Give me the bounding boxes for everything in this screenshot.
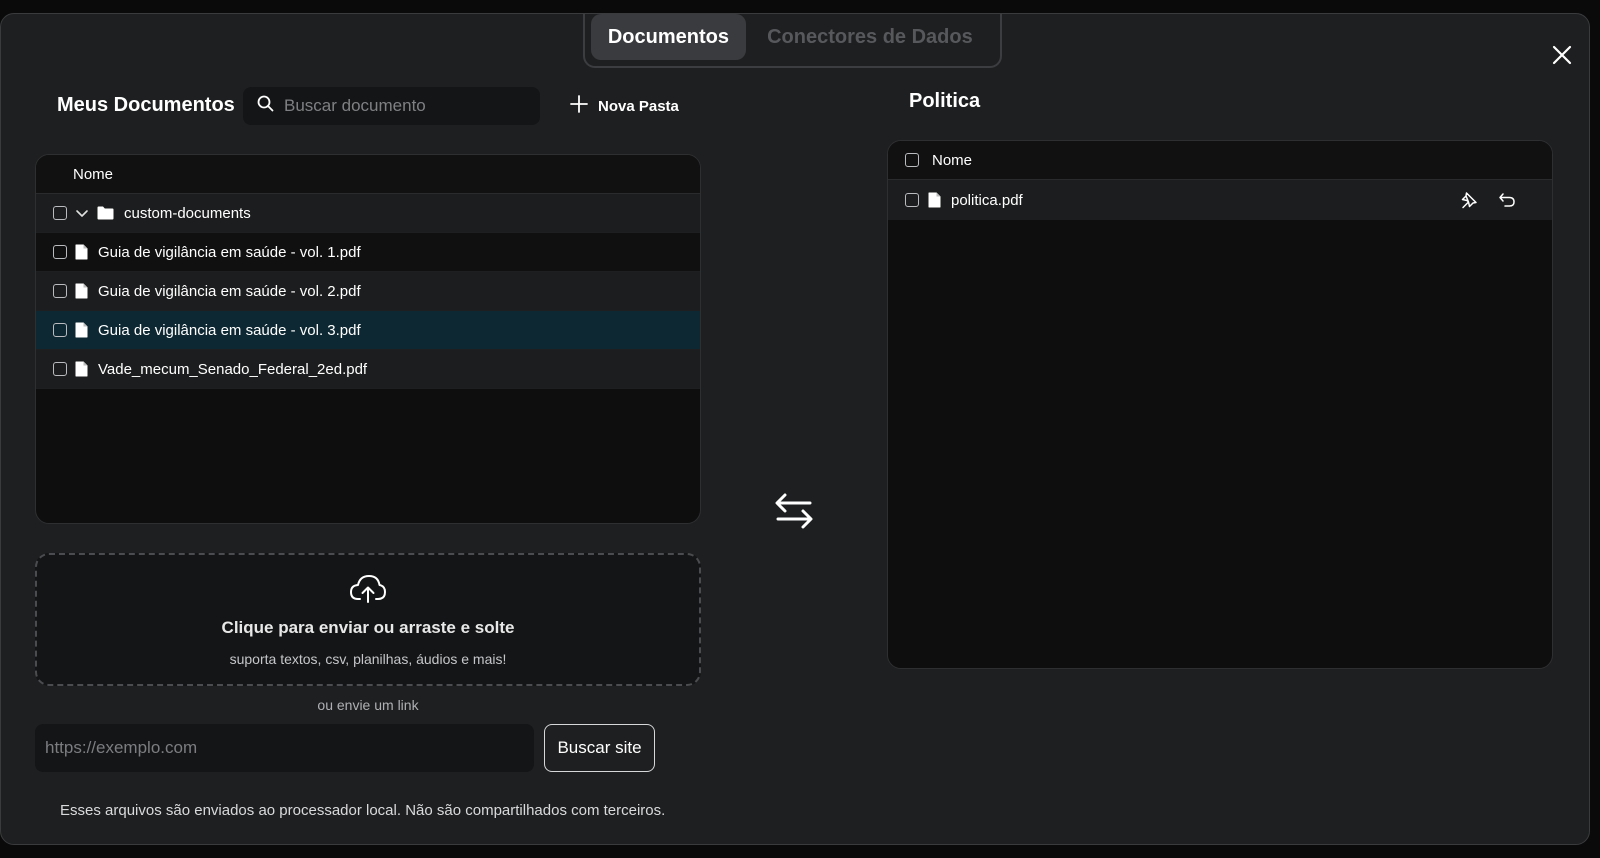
column-name: Nome (73, 165, 114, 183)
row-label: Guia de vigilância em saúde - vol. 1.pdf (98, 243, 361, 261)
select-all-checkbox[interactable] (905, 153, 919, 167)
my-documents-table: Nome custom-documents Guia de vigilância… (35, 154, 701, 524)
documents-modal: Documentos Conectores de Dados Meus Docu… (0, 13, 1590, 845)
tab-bar: Documentos Conectores de Dados (583, 14, 1002, 68)
file-icon (75, 322, 88, 338)
new-folder-label: Nova Pasta (598, 97, 679, 115)
table-row[interactable]: custom-documents (36, 194, 700, 233)
table-row[interactable]: Guia de vigilância em saúde - vol. 2.pdf (36, 272, 700, 311)
row-label: Guia de vigilância em saúde - vol. 2.pdf (98, 282, 361, 300)
file-icon (75, 244, 88, 260)
row-checkbox[interactable] (53, 245, 67, 259)
chevron-down-icon[interactable] (75, 206, 89, 220)
row-label: Vade_mecum_Senado_Federal_2ed.pdf (98, 360, 368, 378)
row-label: custom-documents (124, 204, 251, 222)
folder-icon (97, 206, 114, 220)
row-checkbox[interactable] (53, 284, 67, 298)
file-icon (928, 192, 941, 208)
row-checkbox[interactable] (53, 206, 67, 220)
table-header: Nome (888, 141, 1552, 180)
row-label: Guia de vigilância em saúde - vol. 3.pdf (98, 321, 361, 339)
fetch-site-button[interactable]: Buscar site (544, 724, 655, 772)
table-row[interactable]: Guia de vigilância em saúde - vol. 3.pdf (36, 311, 700, 350)
swap-arrows-icon (774, 492, 814, 535)
table-row[interactable]: Guia de vigilância em saúde - vol. 1.pdf (36, 233, 700, 272)
move-documents-button[interactable] (774, 492, 814, 535)
new-folder-button[interactable]: Nova Pasta (569, 94, 679, 118)
tab-conectores-de-dados[interactable]: Conectores de Dados (746, 14, 994, 60)
pin-icon[interactable] (1460, 191, 1478, 209)
row-label: politica.pdf (951, 191, 1023, 209)
workspace-documents-table: Nome politica.pdf (887, 140, 1553, 669)
row-checkbox[interactable] (53, 323, 67, 337)
privacy-note: Esses arquivos são enviados ao processad… (60, 802, 666, 819)
file-icon (75, 361, 88, 377)
cloud-upload-icon (349, 574, 387, 609)
upload-dropzone[interactable]: Clique para enviar ou arraste e solte su… (35, 553, 701, 686)
file-icon (75, 283, 88, 299)
plus-icon (569, 94, 589, 118)
table-row[interactable]: politica.pdf (888, 180, 1552, 220)
upload-subtitle: suporta textos, csv, planilhas, áudios e… (229, 651, 507, 667)
or-send-link-text: ou envie um link (317, 697, 419, 713)
workspace-title: Politica (909, 90, 981, 112)
search-input[interactable] (284, 96, 524, 116)
close-button[interactable] (1549, 44, 1575, 70)
search-box[interactable] (243, 87, 540, 125)
search-icon (257, 95, 274, 117)
column-name: Nome (932, 151, 973, 169)
tab-documentos[interactable]: Documentos (591, 14, 746, 60)
table-header: Nome (36, 155, 700, 194)
row-checkbox[interactable] (53, 362, 67, 376)
close-icon (1552, 45, 1572, 70)
url-input[interactable] (35, 724, 534, 772)
upload-title: Clique para enviar ou arraste e solte (221, 618, 515, 637)
my-documents-title: Meus Documentos (57, 94, 235, 116)
undo-icon[interactable] (1498, 191, 1516, 209)
row-actions (1460, 180, 1516, 220)
table-row[interactable]: Vade_mecum_Senado_Federal_2ed.pdf (36, 350, 700, 389)
row-checkbox[interactable] (905, 193, 919, 207)
